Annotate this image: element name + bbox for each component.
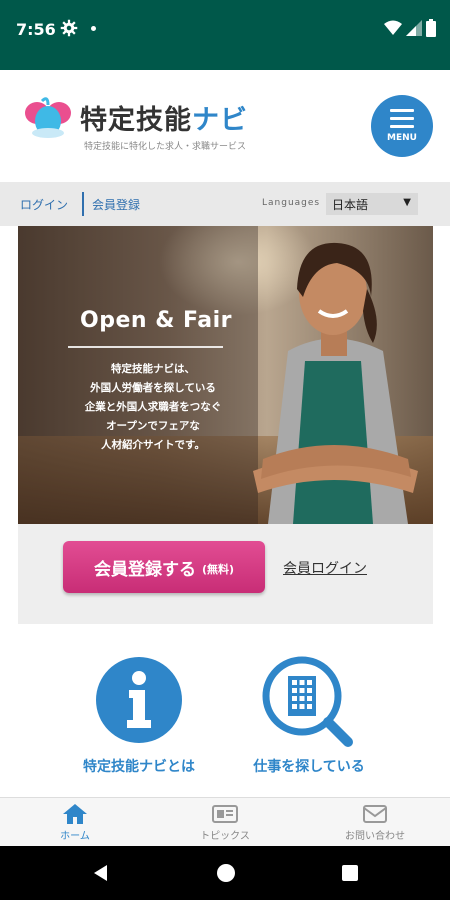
about-feature-label: 特定技能ナビとは — [83, 759, 195, 775]
news-icon — [212, 805, 238, 823]
building-search-icon — [262, 656, 353, 747]
nav-home-label: ホーム — [60, 831, 90, 842]
signal-icon — [406, 20, 422, 36]
notification-dot-icon — [91, 26, 96, 31]
register-link[interactable]: 会員登録 — [92, 196, 140, 213]
language-select[interactable]: 日本語 ▼ — [326, 193, 418, 215]
mail-icon — [363, 805, 387, 823]
wifi-icon — [384, 20, 402, 35]
nav-contact[interactable]: お問い合わせ — [300, 798, 450, 847]
nav-home[interactable]: ホーム — [0, 798, 150, 847]
job-search-feature-label: 仕事を探している — [253, 759, 365, 775]
hero-title: Open & Fair — [80, 308, 233, 333]
hero-banner: Open & Fair 特定技能ナビは、 外国人労働者を探している 企業と外国人… — [18, 226, 433, 524]
menu-button[interactable]: MENU — [371, 95, 433, 157]
settings-gear-icon — [60, 19, 78, 37]
app-logo-title[interactable]: 特定技能ナビ — [80, 98, 248, 137]
menu-label: MENU — [387, 133, 417, 143]
logo-title-main: 特定技能 — [80, 105, 192, 136]
back-icon[interactable] — [91, 863, 111, 883]
logo-title-accent: ナビ — [192, 105, 248, 136]
hero-description: 特定技能ナビは、 外国人労働者を探している 企業と外国人求職者をつなぐ オープン… — [48, 360, 258, 455]
hero-line: 外国人労働者を探している — [90, 382, 216, 394]
system-icons — [384, 19, 436, 37]
logo-subtitle: 特定技能に特化した求人・求職サービス — [84, 142, 247, 152]
register-button-note: (無料) — [201, 562, 235, 576]
home-circle-icon[interactable] — [216, 863, 236, 883]
status-bar: 7:56 — [0, 0, 450, 70]
languages-label: Languages — [262, 198, 321, 208]
login-link[interactable]: ログイン — [20, 196, 68, 213]
nav-contact-label: お問い合わせ — [345, 831, 405, 842]
nav-topics-label: トピックス — [200, 831, 250, 842]
dropdown-caret-icon: ▼ — [403, 197, 411, 208]
hero-divider — [68, 346, 223, 348]
bird-logo-icon — [25, 97, 71, 138]
hero-line: 特定技能ナビは、 — [111, 363, 195, 375]
home-icon — [63, 804, 87, 824]
language-selected-value: 日本語 — [332, 198, 369, 212]
recents-icon[interactable] — [341, 864, 359, 882]
member-login-link[interactable]: 会員ログイン — [283, 558, 367, 578]
status-time: 7:56 — [16, 20, 56, 39]
system-navigation-bar — [0, 846, 450, 900]
register-button-label: 会員登録する — [93, 559, 196, 580]
divider — [82, 192, 84, 216]
hero-woman-image — [253, 242, 418, 524]
register-free-button[interactable]: 会員登録する (無料) — [63, 541, 265, 593]
nav-topics[interactable]: トピックス — [150, 798, 300, 847]
hero-line: 企業と外国人求職者をつなぐ — [84, 401, 222, 413]
hero-line: オープンでフェアな — [106, 420, 200, 432]
hamburger-icon — [390, 109, 414, 133]
battery-icon — [426, 19, 436, 37]
info-icon — [96, 657, 182, 743]
hero-line: 人材紹介サイトです。 — [101, 439, 205, 451]
bottom-navigation: ホーム トピックス お問い合わせ — [0, 797, 450, 847]
